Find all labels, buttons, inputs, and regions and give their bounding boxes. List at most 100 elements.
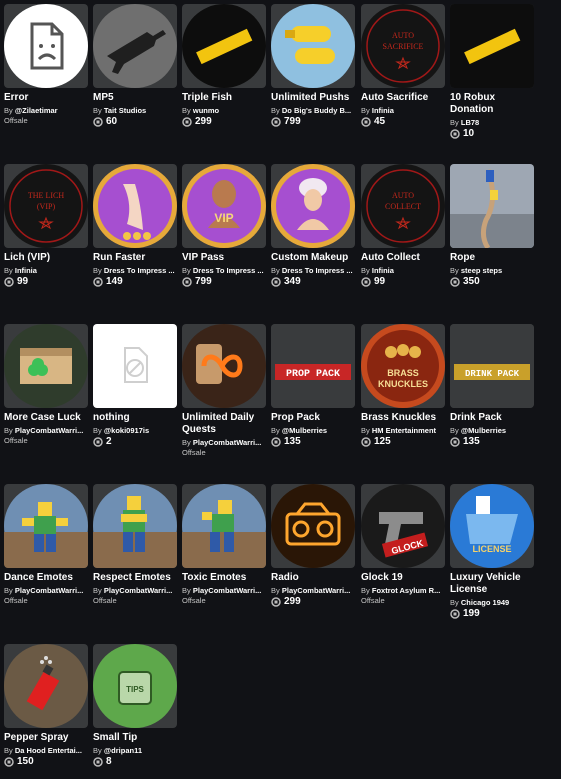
item-name[interactable]: Prop Pack: [271, 412, 361, 424]
item-card[interactable]: Pepper Spray By Da Hood Entertai... 150: [4, 644, 90, 768]
item-thumbnail[interactable]: [4, 324, 88, 408]
item-name[interactable]: Radio: [271, 572, 361, 584]
item-creator[interactable]: By steep steps: [450, 266, 538, 276]
item-name[interactable]: Triple Fish: [182, 92, 272, 104]
item-thumbnail[interactable]: [182, 324, 266, 408]
item-name[interactable]: MP5: [93, 92, 183, 104]
item-card[interactable]: TIPS Small Tip By @dripan11 8: [93, 644, 179, 768]
item-thumbnail[interactable]: [4, 644, 88, 728]
item-name[interactable]: Drink Pack: [450, 412, 540, 424]
item-name[interactable]: Glock 19: [361, 572, 451, 584]
item-creator[interactable]: By LB78: [450, 118, 538, 128]
item-thumbnail[interactable]: [93, 484, 177, 568]
item-creator[interactable]: By @Mulberries: [450, 426, 538, 436]
item-creator[interactable]: By Infinia: [4, 266, 92, 276]
item-creator[interactable]: By Do Big's Buddy B...: [271, 106, 359, 116]
item-name[interactable]: Brass Knuckles: [361, 412, 451, 424]
item-thumbnail[interactable]: BRASS KNUCKLES: [361, 324, 445, 408]
item-creator[interactable]: By @dripan11: [93, 746, 181, 756]
item-card[interactable]: LICENSE Luxury Vehicle License By Chicag…: [450, 484, 536, 620]
item-creator[interactable]: By HM Entertainment: [361, 426, 449, 436]
item-creator[interactable]: By Infinia: [361, 266, 449, 276]
item-card[interactable]: More Case Luck By PlayCombatWarri... Off…: [4, 324, 90, 445]
item-card[interactable]: Triple Fish By wunmo 299: [182, 4, 268, 128]
item-card[interactable]: GLOCK Glock 19 By Foxtrot Asylum R... Of…: [361, 484, 447, 605]
item-creator[interactable]: By @Mulberries: [271, 426, 359, 436]
item-card[interactable]: AUTO SACRIFICE Auto Sacrifice By Infinia…: [361, 4, 447, 128]
item-creator[interactable]: By PlayCombatWarri...: [182, 586, 270, 596]
item-creator[interactable]: By @Zilaetimar: [4, 106, 92, 116]
item-card[interactable]: 10 Robux Donation By LB78 10: [450, 4, 536, 140]
item-name[interactable]: Lich (VIP): [4, 252, 94, 264]
item-card[interactable]: Radio By PlayCombatWarri... 299: [271, 484, 357, 608]
item-card[interactable]: MP5 By Tait Studios 60: [93, 4, 179, 128]
item-thumbnail[interactable]: TIPS: [93, 644, 177, 728]
item-creator[interactable]: By PlayCombatWarri...: [4, 586, 92, 596]
item-card[interactable]: DRINK PACK Drink Pack By @Mulberries 135: [450, 324, 536, 448]
item-thumbnail[interactable]: THE LICH (VIP): [4, 164, 88, 248]
item-thumbnail[interactable]: AUTO SACRIFICE: [361, 4, 445, 88]
item-card[interactable]: AUTO COLLECT Auto Collect By Infinia 99: [361, 164, 447, 288]
item-card[interactable]: Error By @Zilaetimar Offsale: [4, 4, 90, 125]
item-thumbnail[interactable]: AUTO COLLECT: [361, 164, 445, 248]
item-creator[interactable]: By Foxtrot Asylum R...: [361, 586, 449, 596]
item-creator[interactable]: By PlayCombatWarri...: [271, 586, 359, 596]
item-name[interactable]: Toxic Emotes: [182, 572, 272, 584]
item-name[interactable]: Small Tip: [93, 732, 183, 744]
item-name[interactable]: More Case Luck: [4, 412, 94, 424]
item-creator[interactable]: By Dress To Impress ...: [271, 266, 359, 276]
item-name[interactable]: 10 Robux Donation: [450, 92, 540, 116]
item-creator[interactable]: By PlayCombatWarri...: [93, 586, 181, 596]
item-creator[interactable]: By Infinia: [361, 106, 449, 116]
item-card[interactable]: BRASS KNUCKLES Brass Knuckles By HM Ente…: [361, 324, 447, 448]
item-card[interactable]: VIP VIP Pass By Dress To Impress ... 799: [182, 164, 268, 288]
item-name[interactable]: VIP Pass: [182, 252, 272, 264]
item-card[interactable]: Unlimited Daily Quests By PlayCombatWarr…: [182, 324, 268, 457]
item-name[interactable]: Rope: [450, 252, 540, 264]
item-name[interactable]: nothing: [93, 412, 183, 424]
item-creator[interactable]: By @koki0917is: [93, 426, 181, 436]
item-thumbnail[interactable]: [4, 484, 88, 568]
item-name[interactable]: Auto Collect: [361, 252, 451, 264]
item-card[interactable]: PROP PACK Prop Pack By @Mulberries 135: [271, 324, 357, 448]
item-name[interactable]: Respect Emotes: [93, 572, 183, 584]
item-card[interactable]: Unlimited Pushs By Do Big's Buddy B... 7…: [271, 4, 357, 128]
item-creator[interactable]: By PlayCombatWarri...: [4, 426, 92, 436]
item-card[interactable]: Run Faster By Dress To Impress ... 149: [93, 164, 179, 288]
item-creator[interactable]: By PlayCombatWarri...: [182, 438, 270, 448]
item-thumbnail[interactable]: [4, 4, 88, 88]
item-thumbnail[interactable]: [450, 164, 534, 248]
item-thumbnail[interactable]: [93, 4, 177, 88]
item-thumbnail[interactable]: [271, 484, 355, 568]
item-thumbnail[interactable]: LICENSE: [450, 484, 534, 568]
item-card[interactable]: Custom Makeup By Dress To Impress ... 34…: [271, 164, 357, 288]
item-thumbnail[interactable]: [182, 484, 266, 568]
item-card[interactable]: Dance Emotes By PlayCombatWarri... Offsa…: [4, 484, 90, 605]
item-creator[interactable]: By wunmo: [182, 106, 270, 116]
item-name[interactable]: Unlimited Pushs: [271, 92, 361, 104]
item-name[interactable]: Error: [4, 92, 94, 104]
item-thumbnail[interactable]: [271, 4, 355, 88]
item-creator[interactable]: By Chicago 1949: [450, 598, 538, 608]
item-creator[interactable]: By Dress To Impress ...: [182, 266, 270, 276]
item-name[interactable]: Custom Makeup: [271, 252, 361, 264]
item-creator[interactable]: By Dress To Impress ...: [93, 266, 181, 276]
item-name[interactable]: Auto Sacrifice: [361, 92, 451, 104]
item-thumbnail[interactable]: DRINK PACK: [450, 324, 534, 408]
item-name[interactable]: Unlimited Daily Quests: [182, 412, 272, 436]
item-creator[interactable]: By Da Hood Entertai...: [4, 746, 92, 756]
item-card[interactable]: Rope By steep steps 350: [450, 164, 536, 288]
item-thumbnail[interactable]: [450, 4, 534, 88]
item-thumbnail[interactable]: PROP PACK: [271, 324, 355, 408]
item-thumbnail[interactable]: VIP: [182, 164, 266, 248]
item-name[interactable]: Run Faster: [93, 252, 183, 264]
item-card[interactable]: THE LICH (VIP) Lich (VIP) By Infinia 99: [4, 164, 90, 288]
item-creator[interactable]: By Tait Studios: [93, 106, 181, 116]
item-card[interactable]: nothing By @koki0917is 2: [93, 324, 179, 448]
item-name[interactable]: Luxury Vehicle License: [450, 572, 540, 596]
item-card[interactable]: Toxic Emotes By PlayCombatWarri... Offsa…: [182, 484, 268, 605]
item-thumbnail[interactable]: [93, 324, 177, 408]
item-name[interactable]: Pepper Spray: [4, 732, 94, 744]
item-name[interactable]: Dance Emotes: [4, 572, 94, 584]
item-thumbnail[interactable]: [271, 164, 355, 248]
